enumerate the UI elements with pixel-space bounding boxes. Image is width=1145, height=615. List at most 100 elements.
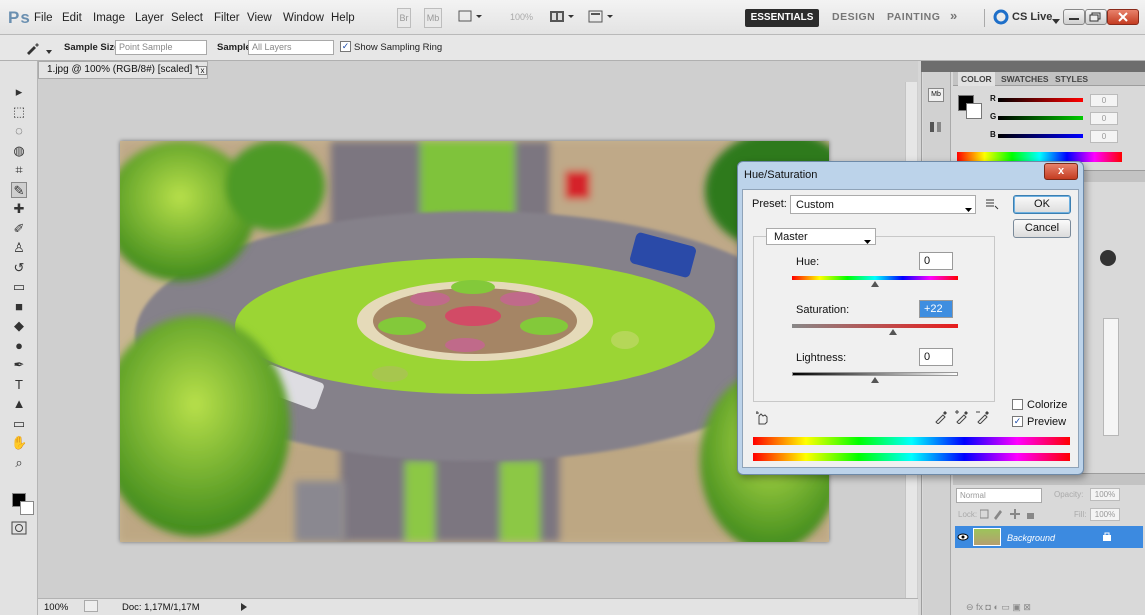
minibridge-icon[interactable]: Mb bbox=[424, 8, 442, 28]
menu-image[interactable]: Image bbox=[93, 12, 125, 24]
crop-tool-icon[interactable]: ⌗ bbox=[11, 162, 27, 178]
history-panel-icon[interactable] bbox=[928, 120, 944, 134]
screen-mode-icon[interactable] bbox=[588, 9, 616, 25]
gradient-tool-icon[interactable]: ■ bbox=[11, 299, 27, 315]
ok-button[interactable]: OK bbox=[1013, 195, 1071, 214]
saturation-slider-thumb[interactable] bbox=[889, 329, 898, 335]
r-slider[interactable] bbox=[998, 98, 1083, 102]
saturation-slider[interactable] bbox=[792, 324, 958, 328]
cslive-button[interactable]: CS Live bbox=[1012, 11, 1052, 23]
menu-edit[interactable]: Edit bbox=[62, 12, 82, 24]
brush-tool-icon[interactable]: ✐ bbox=[11, 221, 27, 237]
menu-filter[interactable]: Filter bbox=[214, 12, 240, 24]
color-panel-tab-color[interactable]: COLOR bbox=[958, 72, 995, 86]
sample-size-select[interactable]: Point Sample bbox=[115, 40, 207, 55]
zoom-level-display[interactable]: 100% bbox=[510, 12, 533, 22]
hand-tool-icon[interactable]: ✋ bbox=[11, 435, 27, 451]
adjustment-icon[interactable] bbox=[1100, 250, 1116, 266]
chevron-down-icon bbox=[46, 45, 52, 57]
lasso-tool-icon[interactable]: ◌ bbox=[11, 123, 27, 139]
preview-checkbox[interactable]: ✓ bbox=[1012, 416, 1023, 427]
eyedropper-tool-icon[interactable]: ✎ bbox=[11, 181, 27, 198]
document-tab[interactable]: 1.jpg @ 100% (RGB/8#) [scaled] * bbox=[38, 61, 208, 79]
b-slider[interactable] bbox=[998, 134, 1083, 138]
cancel-button[interactable]: Cancel bbox=[1013, 219, 1071, 238]
blend-mode-select[interactable]: Normal bbox=[956, 488, 1042, 503]
menu-layer[interactable]: Layer bbox=[135, 12, 164, 24]
g-slider[interactable] bbox=[998, 116, 1083, 120]
status-menu-arrow-icon[interactable] bbox=[240, 602, 248, 614]
layer-name[interactable]: Background bbox=[1007, 533, 1055, 543]
adjustments-scrollbar[interactable] bbox=[1103, 318, 1119, 436]
menu-select[interactable]: Select bbox=[171, 12, 203, 24]
pen-tool-icon[interactable]: ✒ bbox=[11, 357, 27, 373]
sample-select[interactable]: All Layers bbox=[248, 40, 334, 55]
spot-healing-tool-icon[interactable]: ✚ bbox=[11, 201, 27, 217]
g-value[interactable]: 0 bbox=[1090, 112, 1118, 125]
menu-file[interactable]: File bbox=[34, 12, 53, 24]
zoom-tool-icon[interactable]: ⌕ bbox=[11, 455, 27, 471]
hue-slider[interactable] bbox=[792, 276, 958, 280]
clone-stamp-tool-icon[interactable]: ♙ bbox=[11, 240, 27, 256]
colorize-label: Colorize bbox=[1027, 399, 1068, 411]
show-sampling-ring-checkbox[interactable]: ✓ bbox=[340, 41, 351, 52]
channel-value: Master bbox=[774, 231, 808, 243]
hue-slider-thumb[interactable] bbox=[871, 281, 879, 287]
svg-text:⊖ fx ◘ ◐ ▭ ▣ ⊠: ⊖ fx ◘ ◐ ▭ ▣ ⊠ bbox=[966, 602, 1031, 612]
channel-select[interactable]: Master bbox=[766, 228, 876, 245]
shape-tool-icon[interactable]: ▭ bbox=[11, 416, 27, 432]
more-workspaces-button[interactable]: » bbox=[950, 8, 958, 23]
view-extras-icon[interactable] bbox=[458, 9, 482, 25]
quick-selection-tool-icon[interactable]: ◍ bbox=[11, 143, 27, 159]
lock-label: Lock: bbox=[958, 510, 978, 519]
close-window-button[interactable] bbox=[1107, 9, 1139, 25]
status-info-icon[interactable] bbox=[84, 600, 98, 612]
restore-button[interactable] bbox=[1085, 9, 1107, 25]
preset-select[interactable]: Custom bbox=[790, 195, 976, 214]
workspace-design-button[interactable]: DESIGN bbox=[832, 11, 875, 23]
lock-icons[interactable] bbox=[979, 508, 1040, 520]
color-panel-tab-styles[interactable]: STYLES bbox=[1052, 72, 1091, 86]
menu-view[interactable]: View bbox=[247, 12, 272, 24]
b-value[interactable]: 0 bbox=[1090, 130, 1118, 143]
move-tool-icon[interactable]: ▸ bbox=[11, 84, 27, 100]
opacity-value[interactable]: 100% bbox=[1090, 488, 1120, 501]
colorize-checkbox[interactable] bbox=[1012, 399, 1023, 410]
r-value[interactable]: 0 bbox=[1090, 94, 1118, 107]
fill-value[interactable]: 100% bbox=[1090, 508, 1120, 521]
quick-mask-icon[interactable] bbox=[11, 521, 27, 535]
status-zoom[interactable]: 100% bbox=[44, 602, 68, 613]
hue-input[interactable]: 0 bbox=[919, 252, 953, 270]
lightness-slider[interactable] bbox=[792, 372, 958, 376]
close-document-icon[interactable]: x bbox=[198, 66, 207, 75]
minimize-button[interactable] bbox=[1063, 9, 1085, 25]
menu-window[interactable]: Window bbox=[283, 12, 324, 24]
on-image-adjust-icon[interactable] bbox=[755, 410, 771, 426]
preset-options-icon[interactable] bbox=[985, 197, 999, 211]
image-canvas[interactable] bbox=[120, 141, 829, 542]
dodge-tool-icon[interactable]: ● bbox=[11, 338, 27, 354]
eyedropper-preset-icon[interactable] bbox=[24, 40, 44, 56]
blur-tool-icon[interactable]: ◆ bbox=[11, 318, 27, 334]
lightness-slider-thumb[interactable] bbox=[871, 377, 879, 383]
eraser-tool-icon[interactable]: ▭ bbox=[11, 279, 27, 295]
layers-footer-icons[interactable]: ⊖ fx ◘ ◐ ▭ ▣ ⊠ bbox=[966, 600, 1136, 612]
dialog-close-button[interactable]: x bbox=[1044, 163, 1078, 180]
menu-help[interactable]: Help bbox=[331, 12, 355, 24]
workspace-essentials-button[interactable]: ESSENTIALS bbox=[745, 9, 819, 27]
color-panel-tab-swatches[interactable]: SWATCHES bbox=[998, 72, 1052, 86]
saturation-input[interactable]: +22 bbox=[919, 300, 953, 318]
type-tool-icon[interactable]: T bbox=[11, 377, 27, 393]
minibridge-panel-icon[interactable]: Mb bbox=[928, 88, 944, 102]
path-selection-tool-icon[interactable]: ▲ bbox=[11, 396, 27, 412]
workspace-painting-button[interactable]: PAINTING bbox=[887, 11, 940, 23]
marquee-tool-icon[interactable]: ⬚ bbox=[11, 104, 27, 120]
arrange-documents-icon[interactable] bbox=[549, 9, 577, 25]
background-color-swatch[interactable] bbox=[20, 501, 34, 515]
bridge-icon[interactable]: Br bbox=[397, 8, 411, 28]
panels-dock-header[interactable] bbox=[921, 61, 1145, 72]
color-background-swatch[interactable] bbox=[966, 103, 982, 119]
history-brush-tool-icon[interactable]: ↺ bbox=[11, 260, 27, 276]
eye-icon[interactable] bbox=[957, 531, 969, 543]
lightness-input[interactable]: 0 bbox=[919, 348, 953, 366]
